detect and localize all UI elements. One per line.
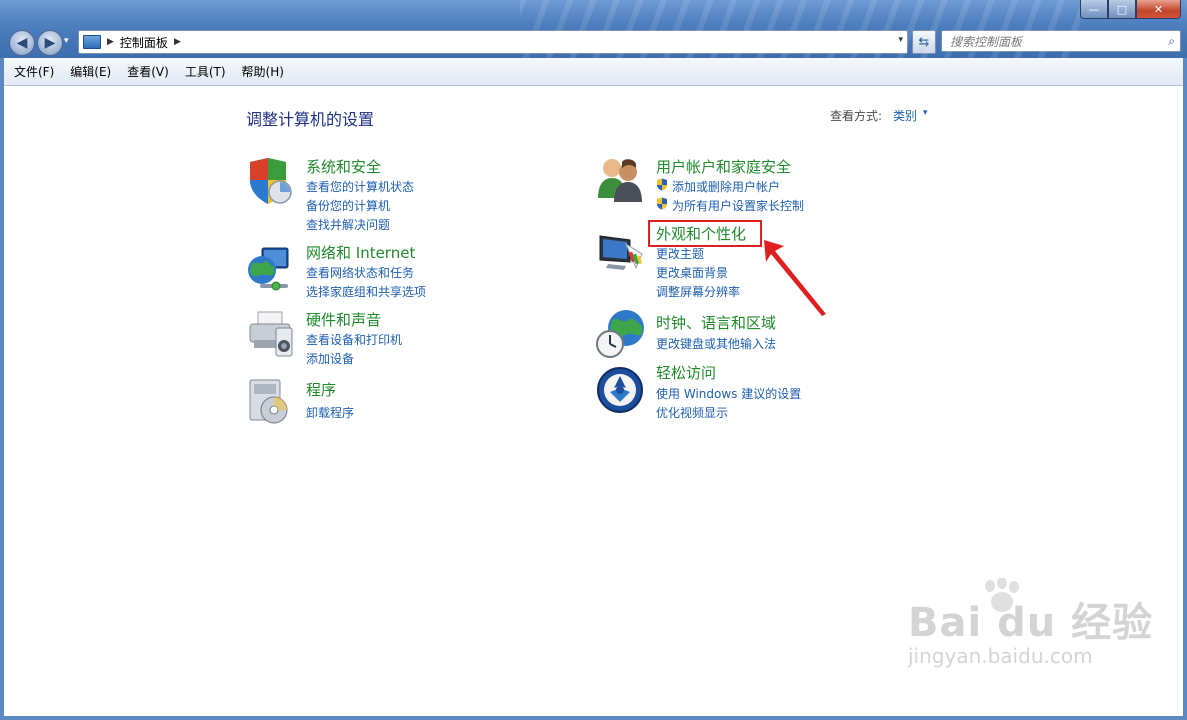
programs-icon[interactable] (246, 378, 292, 426)
menu-file[interactable]: 文件(F) (6, 60, 62, 83)
category-network-internet[interactable]: 网络和 Internet (306, 242, 415, 263)
content-area: 调整计算机的设置 查看方式: 类别 ▾ 系统和安全 查看您的计算机状态 备份您的… (0, 86, 1187, 720)
monitor-palette-icon[interactable] (596, 232, 646, 272)
control-panel-icon (83, 35, 101, 49)
search-input[interactable] (942, 31, 1162, 53)
globe-network-icon[interactable] (246, 246, 294, 292)
link-change-desktop-background[interactable]: 更改桌面背景 (656, 264, 728, 281)
category-system-security[interactable]: 系统和安全 (306, 156, 381, 177)
link-windows-recommended-settings[interactable]: 使用 Windows 建议的设置 (656, 385, 801, 402)
link-view-computer-status[interactable]: 查看您的计算机状态 (306, 178, 414, 195)
breadcrumb-control-panel[interactable]: 控制面板 (120, 34, 168, 51)
link-devices-printers[interactable]: 查看设备和打印机 (306, 331, 402, 348)
category-appearance-personalization[interactable]: 外观和个性化 (656, 223, 746, 244)
menu-edit[interactable]: 编辑(E) (62, 60, 119, 83)
window-border-left (0, 58, 4, 720)
uac-shield-icon (657, 197, 667, 210)
refresh-button[interactable]: ⇆ (912, 30, 936, 54)
link-optimize-visual-display[interactable]: 优化视频显示 (656, 404, 728, 421)
window-border-bottom (0, 716, 1187, 720)
window-border-right (1183, 58, 1187, 720)
recent-pages-dropdown[interactable]: ▾ (64, 36, 69, 46)
menu-help[interactable]: 帮助(H) (234, 60, 292, 83)
breadcrumb-separator-icon[interactable]: ▶ (107, 37, 114, 47)
breadcrumb-separator-icon[interactable]: ▶ (174, 37, 181, 47)
category-clock-language-region[interactable]: 时钟、语言和区域 (656, 312, 776, 333)
search-icon[interactable]: ⌕ (1168, 34, 1175, 49)
link-adjust-resolution[interactable]: 调整屏幕分辨率 (656, 283, 740, 300)
close-button[interactable]: ✕ (1136, 0, 1181, 19)
address-dropdown-icon[interactable]: ▾ (898, 35, 903, 45)
link-uninstall-program[interactable]: 卸载程序 (306, 404, 354, 421)
link-parental-controls[interactable]: 为所有用户设置家长控制 (672, 197, 804, 214)
paw-icon (985, 578, 1019, 612)
category-user-accounts[interactable]: 用户帐户和家庭安全 (656, 156, 791, 177)
clock-globe-icon[interactable] (596, 308, 646, 360)
category-ease-of-access[interactable]: 轻松访问 (656, 362, 716, 383)
link-network-status[interactable]: 查看网络状态和任务 (306, 264, 414, 281)
view-by-label: 查看方式: (830, 109, 883, 123)
menu-bar: 文件(F) 编辑(E) 查看(V) 工具(T) 帮助(H) (0, 58, 1187, 86)
view-by-dropdown-icon[interactable]: ▾ (923, 108, 928, 118)
printer-icon[interactable] (246, 310, 294, 360)
caption-buttons: — □ ✕ (1080, 0, 1181, 19)
link-backup-computer[interactable]: 备份您的计算机 (306, 197, 390, 214)
menu-tools[interactable]: 工具(T) (177, 60, 234, 83)
view-by-selector[interactable]: 类别 (893, 107, 917, 124)
watermark: Bai du 经验 jingyan.baidu.com (908, 578, 1154, 668)
link-change-keyboard-input[interactable]: 更改键盘或其他输入法 (656, 335, 776, 352)
maximize-button[interactable]: □ (1108, 0, 1136, 19)
link-troubleshoot[interactable]: 查找并解决问题 (306, 216, 390, 233)
shield-icon[interactable] (246, 156, 294, 206)
forward-button[interactable]: ▶ (37, 30, 63, 56)
link-add-remove-accounts[interactable]: 添加或删除用户帐户 (672, 178, 780, 195)
category-hardware-sound[interactable]: 硬件和声音 (306, 309, 381, 330)
category-programs[interactable]: 程序 (306, 379, 336, 400)
users-icon[interactable] (596, 156, 646, 202)
link-change-theme[interactable]: 更改主题 (656, 245, 704, 262)
watermark-brand: Bai du 经验 (908, 600, 1154, 646)
ease-of-access-icon[interactable] (596, 366, 644, 414)
link-homegroup-sharing[interactable]: 选择家庭组和共享选项 (306, 283, 426, 300)
page-title: 调整计算机的设置 (246, 110, 375, 129)
minimize-button[interactable]: — (1080, 0, 1108, 19)
annotation-arrow-icon (764, 240, 826, 316)
title-bar: — □ ✕ ◀ ▶ ▾ ▶ 控制面板 ▶ ▾ ⇆ ⌕ (0, 0, 1187, 58)
uac-shield-icon (657, 178, 667, 191)
menu-view[interactable]: 查看(V) (119, 60, 177, 83)
link-add-device[interactable]: 添加设备 (306, 350, 354, 367)
back-button[interactable]: ◀ (9, 30, 35, 56)
address-bar[interactable]: ▶ 控制面板 ▶ ▾ (78, 30, 908, 54)
search-box[interactable]: ⌕ (941, 30, 1181, 53)
refresh-icon: ⇆ (918, 34, 930, 50)
